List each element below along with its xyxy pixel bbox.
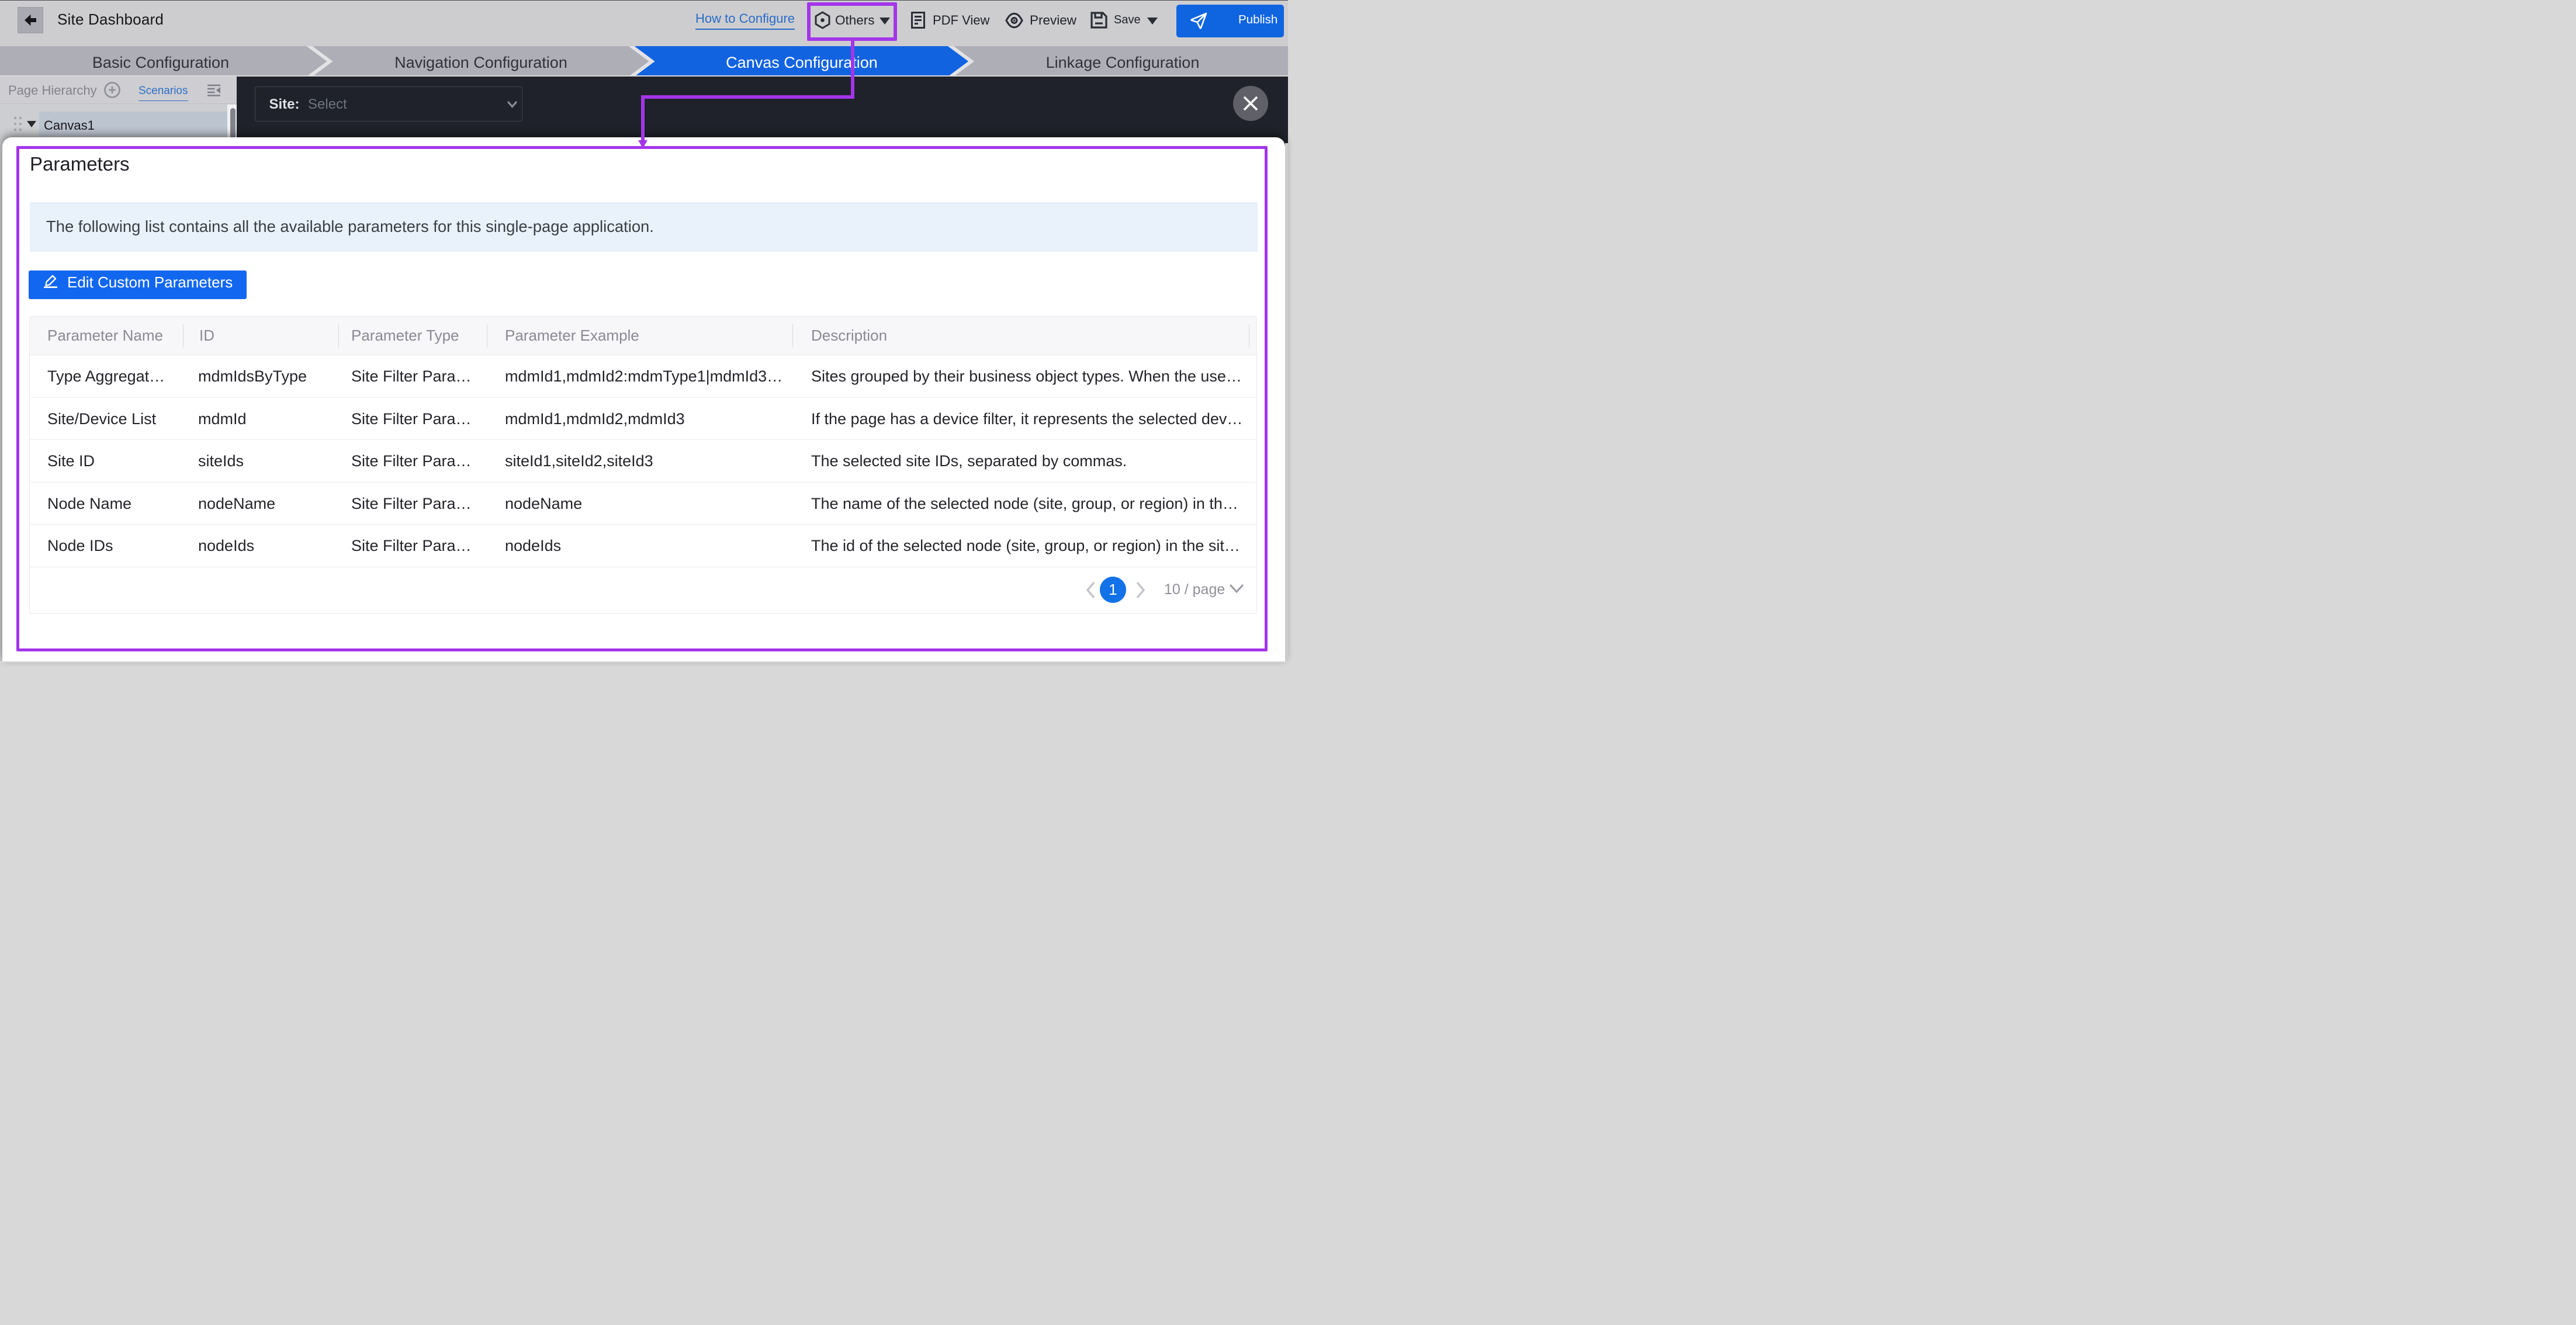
svg-text:Basic Configuration: Basic Configuration	[92, 54, 229, 71]
svg-text:Navigation Configuration: Navigation Configuration	[394, 54, 567, 71]
svg-text:Canvas Configuration: Canvas Configuration	[726, 54, 878, 71]
svg-text:Linkage Configuration: Linkage Configuration	[1046, 54, 1200, 71]
